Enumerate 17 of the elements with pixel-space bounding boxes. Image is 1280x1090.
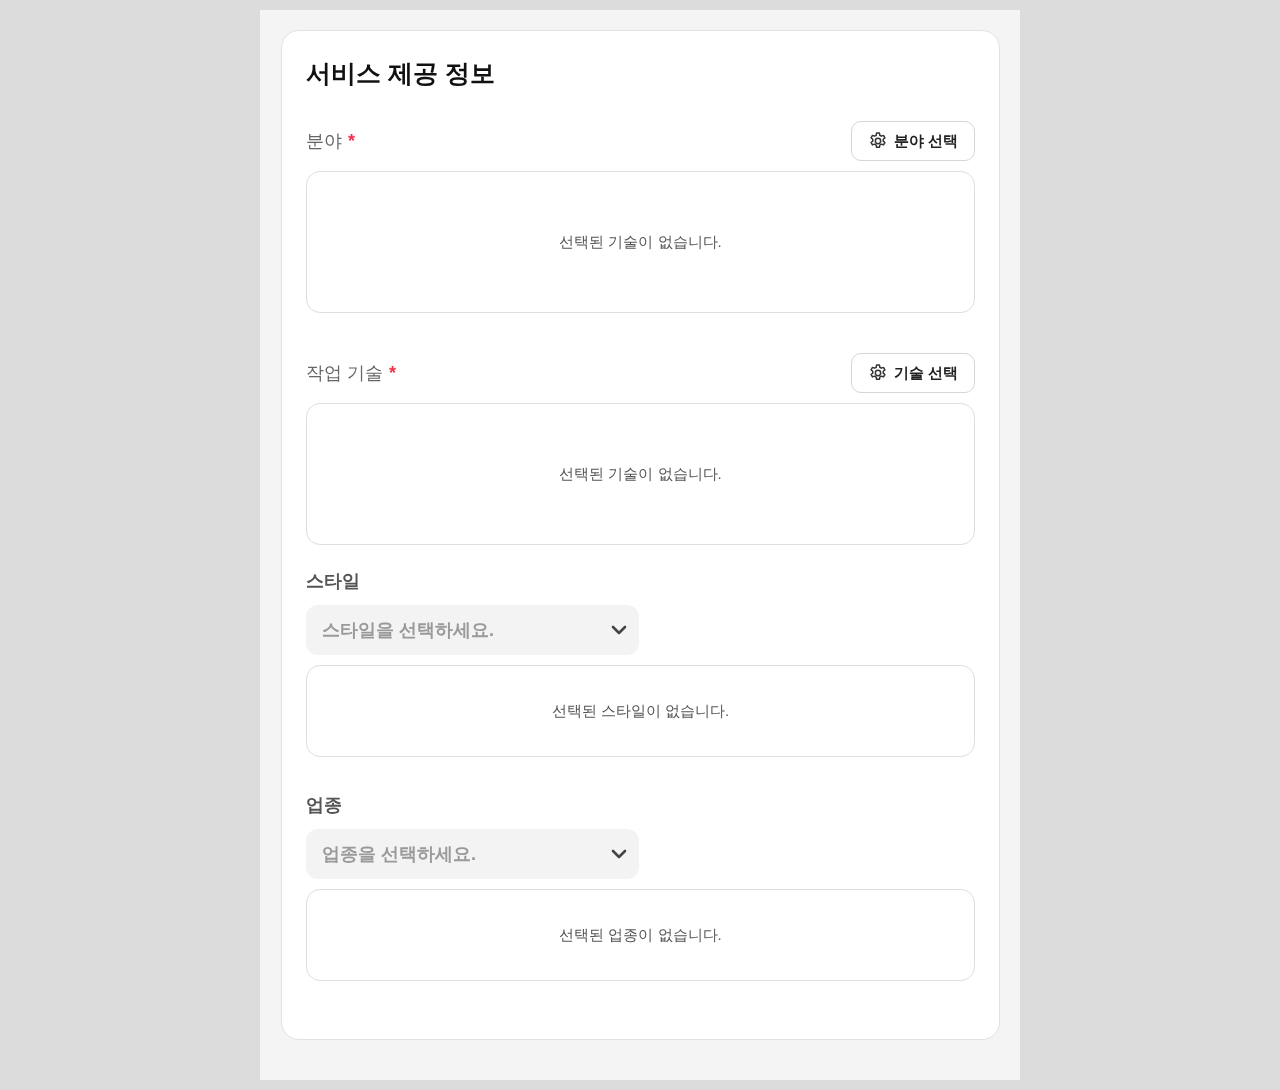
chevron-down-icon (611, 625, 627, 635)
settings-icon (867, 131, 888, 151)
empty-message: 선택된 기술이 없습니다. (559, 464, 722, 484)
empty-message: 선택된 기술이 없습니다. (559, 232, 722, 252)
chevron-down-icon (611, 849, 627, 859)
empty-message: 선택된 업종이 없습니다. (559, 925, 722, 945)
page-title: 서비스 제공 정보 (306, 58, 496, 89)
field-label: 분야 (306, 130, 342, 153)
field-label: 작업 기술 (306, 362, 383, 385)
field-label: 스타일 (306, 570, 361, 593)
select-button[interactable]: 기술 선택 (850, 353, 975, 393)
required-mark: * (389, 362, 397, 384)
empty-message: 선택된 스타일이 없습니다. (551, 701, 730, 721)
settings-icon (867, 363, 888, 383)
field-label: 업종 (306, 794, 343, 817)
select-button[interactable]: 분야 선택 (850, 121, 975, 161)
required-mark: * (348, 130, 355, 152)
